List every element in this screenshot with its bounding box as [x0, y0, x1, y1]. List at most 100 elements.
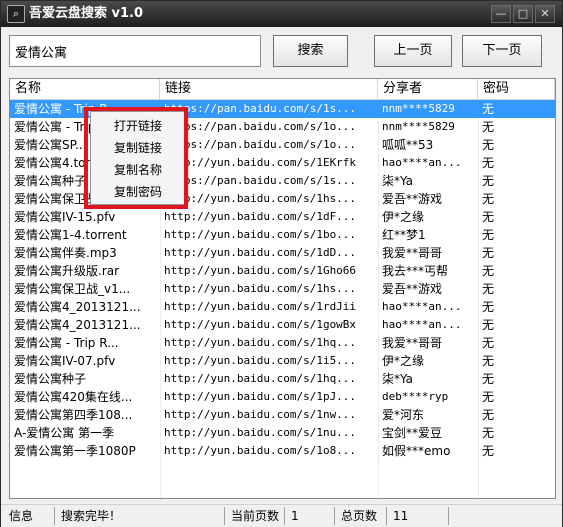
status-bar: 信息 搜索完毕！ 当前页数 1 总页数 11: [1, 504, 562, 527]
cell-name: 爱情公寓伴奏.mp3: [14, 246, 117, 260]
title-bar[interactable]: ⌕ 吾爱云盘搜索 v1.0 — □ ✕: [1, 1, 562, 27]
table-row[interactable]: 爱情公寓保卫战_v1... http://yun.baidu.com/s/1hs.…: [10, 280, 555, 298]
cell-sharer: 爱*河东: [382, 408, 425, 422]
cell-name: 爱情公寓IV-15.pfv: [14, 210, 116, 224]
cell-link: http://yun.baidu.com/s/1dF...: [164, 210, 357, 223]
cell-name: 爱情公寓第四季108...: [14, 408, 133, 422]
cell-password: 无: [482, 300, 495, 314]
column-header-link[interactable]: 链接: [160, 79, 378, 99]
close-button[interactable]: ✕: [535, 5, 555, 23]
status-total-pages-value: 11: [389, 507, 449, 525]
window-title: 吾爱云盘搜索 v1.0: [29, 6, 144, 21]
cell-password: 无: [482, 444, 495, 458]
cell-name: 爱情公寓保卫战_v1...: [14, 282, 131, 296]
list-header: 名称 链接 分享者 密码: [10, 79, 555, 100]
cell-password: 无: [482, 282, 495, 296]
table-row[interactable]: 爱情公寓伴奏.mp3 http://yun.baidu.com/s/1dD... 我…: [10, 244, 555, 262]
cell-name: 爱情公寓1-4.torrent: [14, 228, 127, 242]
cell-password: 无: [482, 408, 495, 422]
cell-link: https://pan.baidu.com/s/1s...: [164, 174, 357, 187]
cell-link: http://yun.baidu.com/s/1Gho66: [164, 264, 357, 277]
cell-name: A-爱情公寓 第一季: [14, 426, 115, 440]
cell-link: http://yun.baidu.com/s/1o8...: [164, 444, 357, 457]
status-current-page-label: 当前页数: [227, 507, 285, 525]
cell-name: 爱情公寓4_2013121...: [14, 300, 141, 314]
table-row[interactable]: 爱情公寓 - Trip R... http://yun.baidu.com/s/1…: [10, 334, 555, 352]
menu-item-copy-password[interactable]: 复制密码: [91, 181, 185, 203]
menu-item-open-link[interactable]: 打开链接: [91, 115, 185, 137]
maximize-button[interactable]: □: [513, 5, 533, 23]
context-menu: 打开链接 复制链接 复制名称 复制密码: [90, 111, 186, 205]
table-row[interactable]: 爱情公寓IV-07.pfv http://yun.baidu.com/s/1i5.…: [10, 352, 555, 370]
table-row[interactable]: 爱情公寓420集在线... http://yun.baidu.com/s/1pJ.…: [10, 388, 555, 406]
cell-sharer: 我爱**哥哥: [382, 246, 443, 260]
cell-password: 无: [482, 210, 495, 224]
cell-link: http://yun.baidu.com/s/1nu...: [164, 426, 357, 439]
cell-name: 爱情公寓第一季1080P: [14, 444, 136, 458]
cell-link: http://yun.baidu.com/s/1bo...: [164, 228, 357, 241]
cell-password: 无: [482, 318, 495, 332]
cell-sharer: 呱呱**53: [382, 138, 434, 152]
search-icon: ⌕: [7, 5, 25, 23]
cell-name: 爱情公寓 - Trip R...: [14, 336, 119, 350]
minimize-button[interactable]: —: [491, 5, 511, 23]
cell-sharer: 伊*之缘: [382, 354, 425, 368]
table-row[interactable]: 爱情公寓1-4.torrent http://yun.baidu.com/s/1b…: [10, 226, 555, 244]
cell-password: 无: [482, 174, 495, 188]
cell-sharer: nnm****5829: [382, 102, 455, 115]
cell-link: http://yun.baidu.com/s/1EKrfk: [164, 156, 357, 169]
status-total-pages-label: 总页数: [337, 507, 387, 525]
status-info-label: 信息: [5, 507, 55, 525]
cell-password: 无: [482, 120, 495, 134]
cell-link: http://yun.baidu.com/s/1hs...: [164, 192, 357, 205]
cell-link: http://yun.baidu.com/s/1gowBx: [164, 318, 357, 331]
search-input[interactable]: [9, 35, 261, 67]
cell-link: http://yun.baidu.com/s/1i5...: [164, 354, 357, 367]
search-button[interactable]: 搜索: [273, 35, 348, 67]
cell-link: http://yun.baidu.com/s/1hs...: [164, 282, 357, 295]
cell-password: 无: [482, 138, 495, 152]
cell-sharer: 伊*之缘: [382, 210, 425, 224]
cell-name: 爱情公寓种子: [14, 372, 87, 386]
cell-password: 无: [482, 264, 495, 278]
cell-sharer: hao****an...: [382, 300, 462, 313]
table-row[interactable]: 爱情公寓4_2013121... http://yun.baidu.com/s/1…: [10, 316, 555, 334]
table-row[interactable]: 爱情公寓第一季1080P http://yun.baidu.com/s/1o8..…: [10, 442, 555, 460]
table-row[interactable]: A-爱情公寓 第一季 http://yun.baidu.com/s/1nu... 宝…: [10, 424, 555, 442]
table-row[interactable]: 爱情公寓种子 http://yun.baidu.com/s/1hq... 柒*Ya 无: [10, 370, 555, 388]
cell-name: 爱情公寓4_2013121...: [14, 318, 141, 332]
table-row[interactable]: 爱情公寓第四季108... http://yun.baidu.com/s/1nw.…: [10, 406, 555, 424]
next-page-button[interactable]: 下一页: [462, 35, 542, 67]
cell-password: 无: [482, 156, 495, 170]
cell-password: 无: [482, 192, 495, 206]
cell-password: 无: [482, 372, 495, 386]
cell-password: 无: [482, 426, 495, 440]
column-header-password[interactable]: 密码: [478, 79, 555, 99]
cell-sharer: 柒*Ya: [382, 372, 414, 386]
cell-link: https://pan.baidu.com/s/1s...: [164, 102, 357, 115]
menu-item-copy-link[interactable]: 复制链接: [91, 137, 185, 159]
cell-link: http://yun.baidu.com/s/1dD...: [164, 246, 357, 259]
cell-sharer: hao****an...: [382, 318, 462, 331]
table-row[interactable]: 爱情公寓4_2013121... http://yun.baidu.com/s/1…: [10, 298, 555, 316]
cell-sharer: deb****ryp: [382, 390, 449, 403]
table-row[interactable]: 爱情公寓IV-15.pfv http://yun.baidu.com/s/1dF.…: [10, 208, 555, 226]
cell-password: 无: [482, 390, 495, 404]
cell-password: 无: [482, 228, 495, 242]
cell-sharer: 我去***丐帮: [382, 264, 449, 278]
column-header-name[interactable]: 名称: [10, 79, 160, 99]
cell-sharer: 爱吾**游戏: [382, 192, 443, 206]
cell-link: http://yun.baidu.com/s/1hq...: [164, 336, 357, 349]
table-row[interactable]: 爱情公寓升级版.rar http://yun.baidu.com/s/1Gho66…: [10, 262, 555, 280]
prev-page-button[interactable]: 上一页: [374, 35, 452, 67]
cell-sharer: 柒*Ya: [382, 174, 414, 188]
cell-sharer: 宝剑**爱豆: [382, 426, 443, 440]
cell-link: https://pan.baidu.com/s/1o...: [164, 120, 357, 133]
cell-password: 无: [482, 354, 495, 368]
column-header-sharer[interactable]: 分享者: [378, 79, 478, 99]
menu-item-copy-name[interactable]: 复制名称: [91, 159, 185, 181]
status-current-page-value: 1: [287, 507, 335, 525]
cell-sharer: hao****an...: [382, 156, 462, 169]
app-window: ⌕ 吾爱云盘搜索 v1.0 — □ ✕ 搜索 上一页 下一页 名称 链接 分享者…: [0, 0, 563, 527]
cell-name: 爱情公寓420集在线...: [14, 390, 133, 404]
